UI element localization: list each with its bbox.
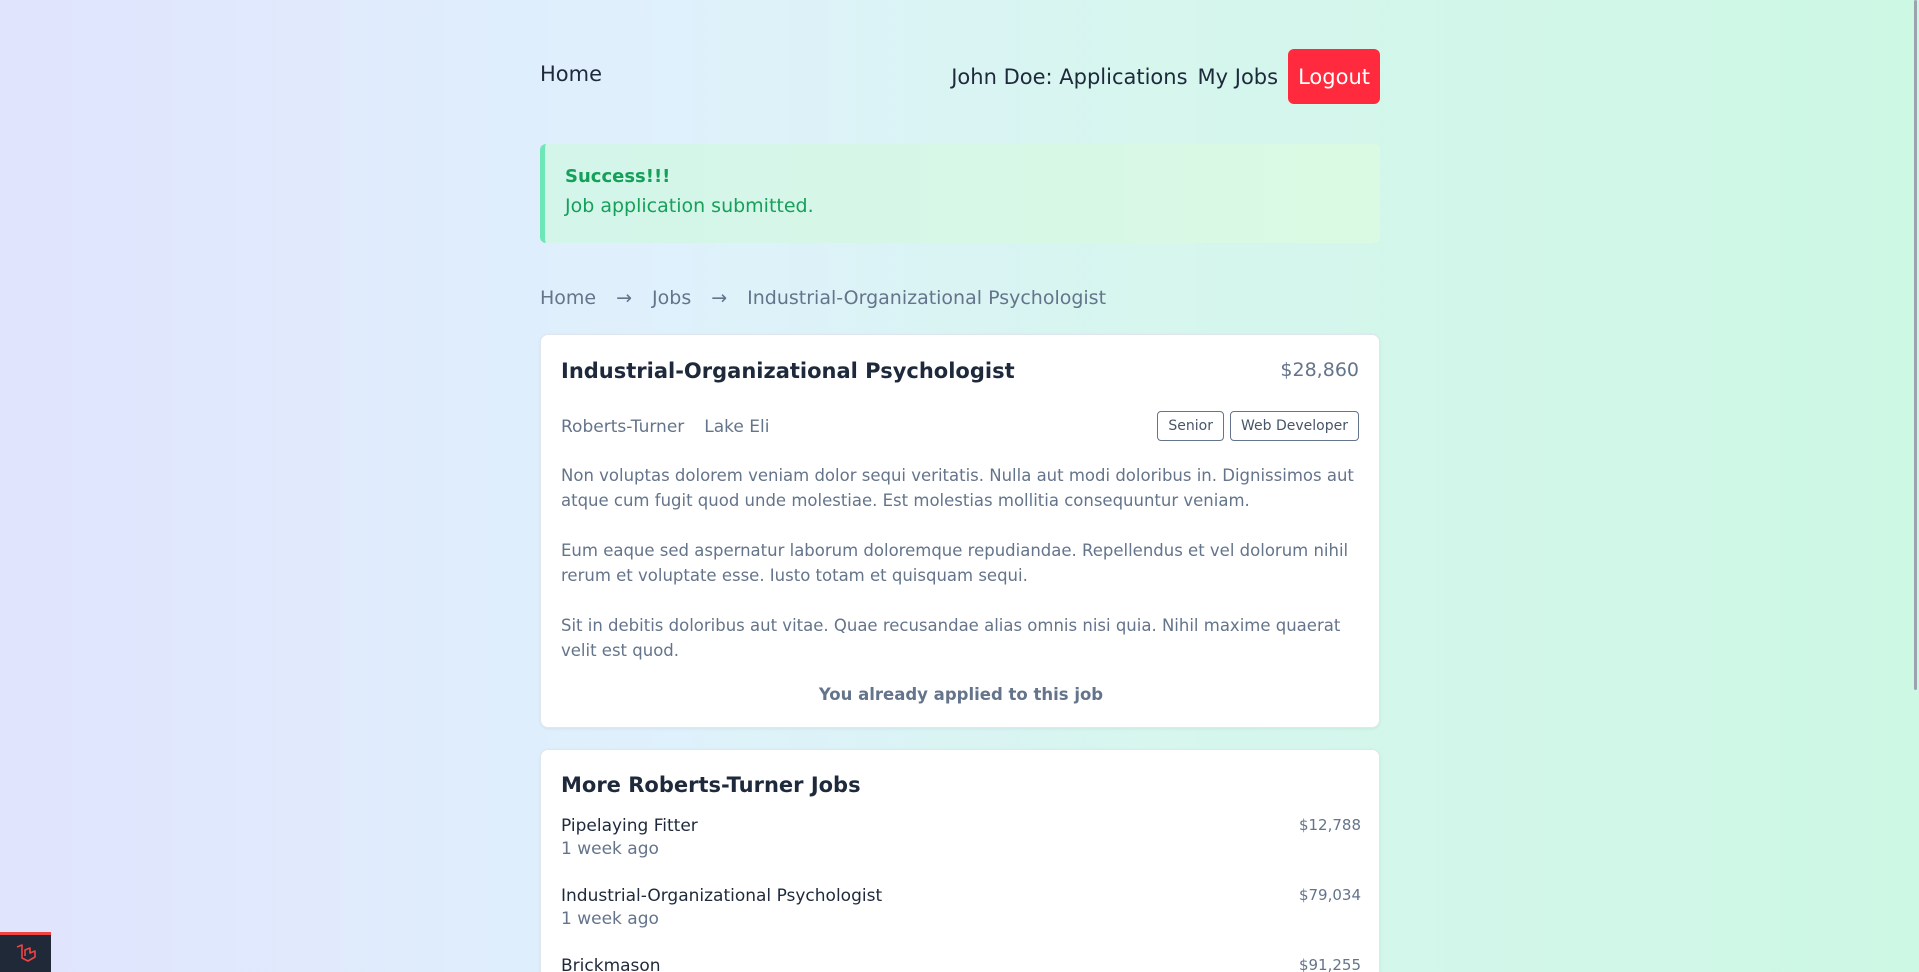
job-meta: Roberts-Turner Lake Eli [561, 417, 769, 437]
description-paragraph: Non voluptas dolorem veniam dolor sequi … [561, 466, 1354, 510]
alert-title: Success!!! [565, 166, 671, 187]
more-job-name[interactable]: Brickmason [561, 956, 1361, 972]
job-company: Roberts-Turner [561, 417, 685, 437]
logout-button[interactable]: Logout [1288, 49, 1380, 104]
breadcrumb: Home → Jobs → Industrial-Organizational … [540, 287, 1106, 309]
more-job-item[interactable]: Industrial-Organizational Psychologist 1… [561, 886, 1361, 929]
more-jobs-title: More Roberts-Turner Jobs [561, 773, 861, 797]
more-job-time: 1 week ago [561, 909, 659, 929]
breadcrumb-jobs[interactable]: Jobs [652, 287, 691, 309]
scrollbar-thumb[interactable] [1914, 0, 1917, 690]
tag-experience[interactable]: Senior [1157, 411, 1225, 441]
more-job-price: $91,255 [1298, 956, 1361, 972]
nav-applications-link[interactable]: John Doe: Applications [951, 65, 1187, 89]
arrow-right-icon: → [616, 287, 633, 309]
more-job-name[interactable]: Pipelaying Fitter [561, 816, 1361, 836]
page-scrollbar[interactable] [1913, 0, 1919, 972]
page-container: Home John Doe: Applications My Jobs Logo… [540, 0, 1380, 972]
nav-home-link[interactable]: Home [540, 62, 602, 86]
nav-right: John Doe: Applications My Jobs Logout [951, 49, 1380, 104]
top-nav: Home John Doe: Applications My Jobs Logo… [540, 0, 1380, 154]
more-job-item[interactable]: Brickmason $91,255 [561, 956, 1361, 972]
laravel-logo-icon [16, 943, 36, 962]
alert-message: Job application submitted. [565, 195, 814, 217]
success-alert: Success!!! Job application submitted. [540, 144, 1380, 243]
already-applied-notice: You already applied to this job [818, 685, 1104, 704]
breadcrumb-home[interactable]: Home [540, 287, 596, 309]
job-location: Lake Eli [704, 417, 770, 437]
more-jobs-card: More Roberts-Turner Jobs Pipelaying Fitt… [540, 749, 1380, 972]
nav-my-jobs-link[interactable]: My Jobs [1198, 65, 1279, 89]
arrow-right-icon: → [711, 287, 728, 309]
description-paragraph: Eum eaque sed aspernatur laborum dolorem… [561, 541, 1349, 585]
more-job-price: $12,788 [1298, 816, 1361, 834]
job-description: Non voluptas dolorem veniam dolor sequi … [561, 463, 1361, 688]
job-tags: Senior Web Developer [1151, 411, 1359, 441]
job-title: Industrial-Organizational Psychologist [561, 359, 1015, 383]
tag-category[interactable]: Web Developer [1230, 411, 1359, 441]
more-job-name[interactable]: Industrial-Organizational Psychologist [561, 886, 1361, 906]
more-job-item[interactable]: Pipelaying Fitter 1 week ago $12,788 [561, 816, 1361, 859]
more-job-time: 1 week ago [561, 839, 659, 859]
more-job-price: $79,034 [1298, 886, 1361, 904]
breadcrumb-current: Industrial-Organizational Psychologist [747, 287, 1107, 309]
job-card: Industrial-Organizational Psychologist $… [540, 334, 1380, 728]
description-paragraph: Sit in debitis doloribus aut vitae. Quae… [561, 616, 1341, 660]
debugbar-toggle[interactable] [0, 932, 51, 972]
job-salary: $28,860 [1280, 359, 1359, 381]
